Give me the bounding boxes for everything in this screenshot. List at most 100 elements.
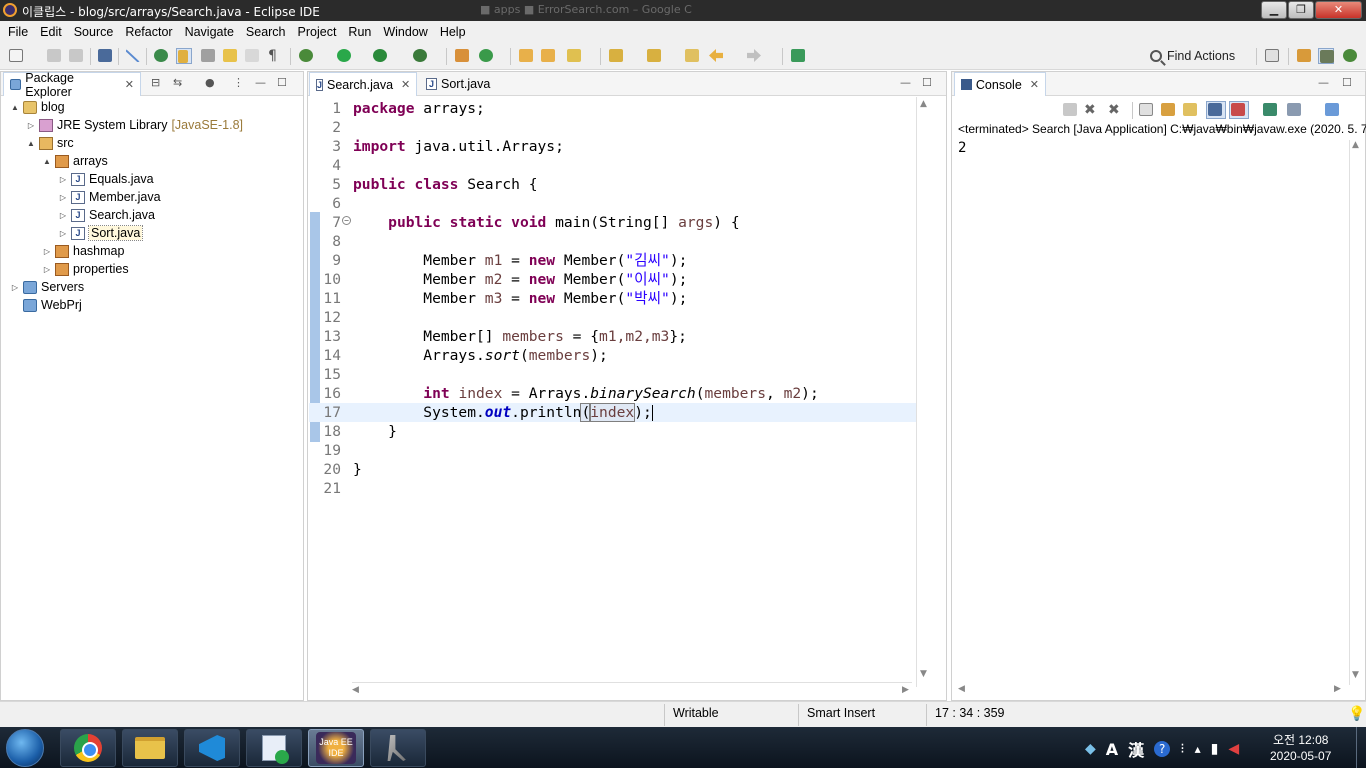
terminal-icon[interactable] <box>97 48 113 64</box>
external-tools-icon[interactable] <box>412 48 428 64</box>
minimize-button[interactable]: ▁ <box>1261 1 1287 19</box>
new-java-project-icon[interactable] <box>454 48 470 64</box>
minimize-view-icon[interactable]: — <box>255 76 266 89</box>
previous-edit-icon[interactable] <box>646 48 662 64</box>
forward-arrow-icon[interactable] <box>746 48 762 64</box>
tab-package-explorer[interactable]: Package Explorer ✕ <box>3 71 141 99</box>
console-vertical-scrollbar[interactable]: ▲ ▼ <box>1349 140 1363 685</box>
debug-perspective-icon[interactable] <box>1342 48 1358 64</box>
taskbar-tools[interactable] <box>370 729 426 767</box>
next-edit-icon[interactable] <box>608 48 624 64</box>
pin-editor-icon[interactable] <box>790 48 806 64</box>
tab-search-java[interactable]: J Search.java ✕ <box>309 72 417 96</box>
lightbulb-icon[interactable]: 💡 <box>1348 705 1365 722</box>
vertical-scrollbar[interactable]: ▲ ▼ <box>916 97 932 687</box>
network-icon[interactable]: ▮ <box>1211 741 1219 757</box>
taskbar-chrome[interactable] <box>60 729 116 767</box>
show-console-on-error-icon[interactable] <box>1229 101 1249 119</box>
taskbar-explorer[interactable] <box>122 729 178 767</box>
fold-toggle-icon[interactable]: − <box>342 216 351 225</box>
tree-item[interactable]: ▷ Servers <box>11 278 84 296</box>
menu-search[interactable]: Search <box>240 25 292 39</box>
tree-item[interactable]: WebPrj <box>11 296 82 314</box>
show-whitespace-icon[interactable] <box>244 48 260 64</box>
save-icon[interactable] <box>46 48 62 64</box>
collapse-all-icon[interactable]: ⊟ <box>151 76 160 89</box>
close-icon[interactable]: ✕ <box>1030 78 1039 91</box>
coverage-icon[interactable] <box>372 48 388 64</box>
ime-mode-a[interactable]: A <box>1106 740 1118 759</box>
menu-file[interactable]: File <box>2 25 34 39</box>
skip-breakpoints-icon[interactable] <box>125 48 141 64</box>
open-console-icon[interactable] <box>1324 102 1340 118</box>
menu-project[interactable]: Project <box>292 25 343 39</box>
menu-run[interactable]: Run <box>342 25 377 39</box>
remove-launch-icon[interactable]: ✖ <box>1084 102 1100 118</box>
open-type-icon[interactable] <box>153 48 169 64</box>
block-selection-icon[interactable] <box>200 48 216 64</box>
start-button[interactable] <box>6 729 44 767</box>
show-hidden-icons-icon[interactable]: ▴ <box>1195 742 1201 756</box>
menu-edit[interactable]: Edit <box>34 25 68 39</box>
tree-item-selected[interactable]: ▷ J Sort.java <box>59 224 144 242</box>
scroll-down-icon[interactable]: ▼ <box>1352 670 1359 680</box>
java-ee-perspective-icon[interactable] <box>1318 48 1334 64</box>
tree-item[interactable]: ▲ blog <box>11 98 65 116</box>
minimize-view-icon[interactable]: — <box>900 76 911 89</box>
expand-toggle-icon[interactable]: ▷ <box>59 211 67 220</box>
show-console-on-output-icon[interactable] <box>1206 101 1226 119</box>
scroll-right-icon[interactable]: ▶ <box>902 685 909 695</box>
save-all-icon[interactable] <box>68 48 84 64</box>
java-perspective-icon[interactable] <box>1296 48 1312 64</box>
toggle-mark-occurrences-icon[interactable] <box>176 48 192 64</box>
menu-window[interactable]: Window <box>377 25 433 39</box>
tree-item[interactable]: ▷ hashmap <box>43 242 125 260</box>
expand-toggle-icon[interactable]: ▷ <box>43 247 51 256</box>
ime-options-icon[interactable]: ⁝ <box>1180 741 1184 757</box>
scroll-left-icon[interactable]: ◀ <box>352 685 359 695</box>
pin-console-icon[interactable] <box>1262 102 1278 118</box>
word-wrap-icon[interactable] <box>1182 102 1198 118</box>
maximize-button[interactable]: ❐ <box>1288 1 1314 19</box>
terminate-icon[interactable] <box>1062 102 1078 118</box>
taskbar-clock[interactable]: 오전 12:08 2020-05-07 <box>1270 732 1331 764</box>
menu-source[interactable]: Source <box>68 25 120 39</box>
find-actions-button[interactable]: Find Actions <box>1150 47 1235 65</box>
expand-toggle-icon[interactable]: ▷ <box>59 229 67 238</box>
tree-item[interactable]: ▷ J Member.java <box>59 188 161 206</box>
horizontal-scrollbar[interactable]: ◀ ▶ <box>352 682 912 698</box>
clear-console-icon[interactable] <box>1138 102 1154 118</box>
expand-toggle-icon[interactable]: ▷ <box>11 283 19 292</box>
maximize-view-icon[interactable]: ☐ <box>922 76 932 89</box>
new-icon[interactable] <box>8 48 24 64</box>
expand-toggle-icon[interactable]: ▷ <box>27 121 35 130</box>
back-arrow-icon[interactable] <box>708 48 724 64</box>
help-icon[interactable]: ? <box>1154 741 1171 757</box>
display-selected-console-icon[interactable] <box>1286 102 1302 118</box>
maximize-view-icon[interactable]: ☐ <box>1342 76 1352 89</box>
close-icon[interactable]: ✕ <box>401 78 410 91</box>
open-perspective-icon[interactable] <box>1264 48 1280 64</box>
search-tool-icon[interactable] <box>566 48 582 64</box>
volume-muted-icon[interactable]: ◀ <box>1228 741 1239 757</box>
new-class-icon[interactable] <box>478 48 494 64</box>
menu-help[interactable]: Help <box>434 25 472 39</box>
taskbar-media[interactable] <box>246 729 302 767</box>
tree-item[interactable]: ▷ JRE System Library [JavaSE-1.8] <box>27 116 243 134</box>
run-icon[interactable] <box>336 48 352 64</box>
language-bar-icon[interactable]: ◆ <box>1085 741 1096 757</box>
tree-item[interactable]: ▲ src <box>27 134 74 152</box>
expand-toggle-icon[interactable]: ▷ <box>59 193 67 202</box>
console-output[interactable]: 2 <box>958 140 966 156</box>
open-folder-icon[interactable] <box>518 48 534 64</box>
scroll-right-icon[interactable]: ▶ <box>1334 684 1341 694</box>
code-editor[interactable]: 1 package arrays; 2 3 import java.util.Arr… <box>309 97 917 677</box>
show-desktop-button[interactable] <box>1356 727 1366 768</box>
tab-console[interactable]: Console ✕ <box>954 72 1046 96</box>
menu-navigate[interactable]: Navigate <box>179 25 240 39</box>
scroll-up-icon[interactable]: ▲ <box>920 99 927 109</box>
close-window-button[interactable]: ✕ <box>1315 1 1362 19</box>
scroll-down-icon[interactable]: ▼ <box>920 669 927 679</box>
maximize-view-icon[interactable]: ☐ <box>277 76 287 89</box>
expand-toggle-icon[interactable]: ▲ <box>11 103 19 112</box>
